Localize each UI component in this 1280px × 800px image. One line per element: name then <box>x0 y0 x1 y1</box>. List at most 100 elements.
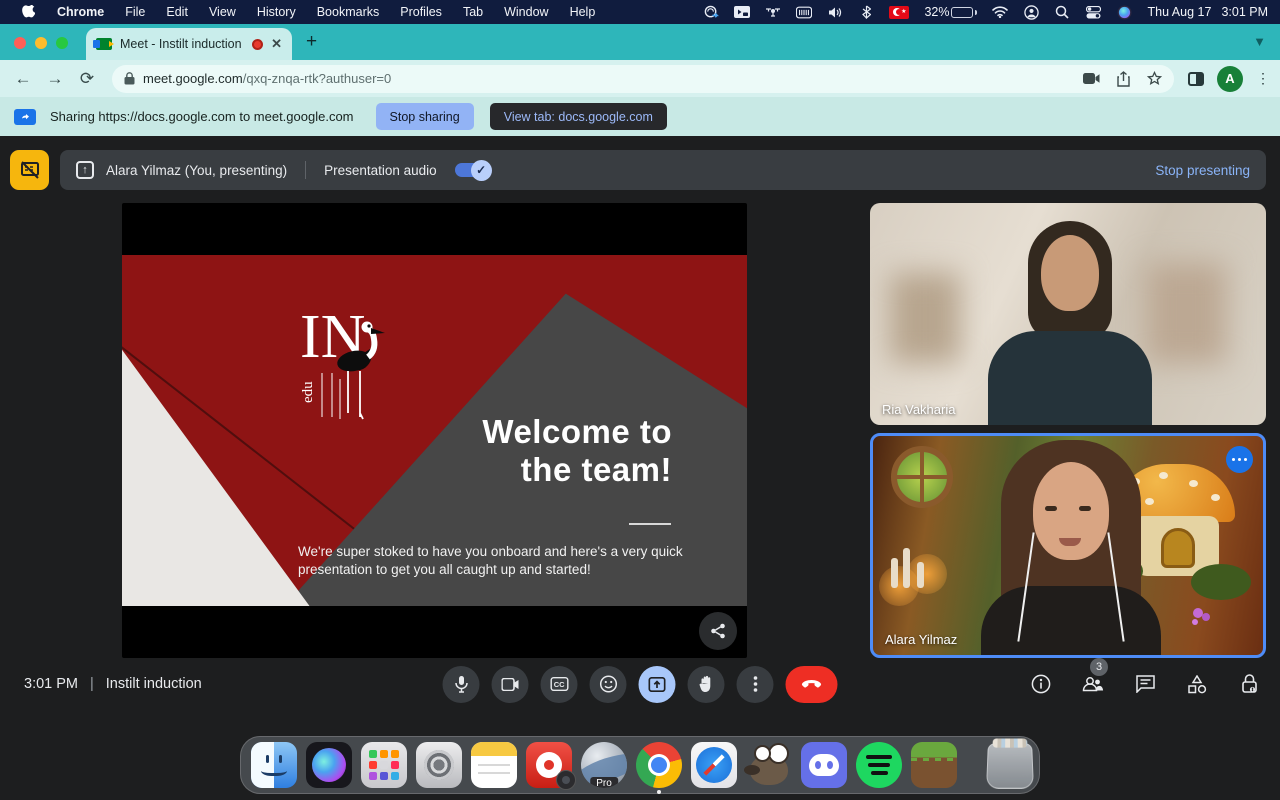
participants-count-badge: 3 <box>1090 658 1108 676</box>
menu-history[interactable]: History <box>257 5 296 19</box>
menu-view[interactable]: View <box>209 5 236 19</box>
reactions-button[interactable] <box>589 665 627 703</box>
participants-button[interactable]: 3 <box>1080 658 1108 697</box>
dock-gimp-icon[interactable] <box>744 742 792 788</box>
menu-window[interactable]: Window <box>504 5 548 19</box>
dock-finder-icon[interactable] <box>251 742 297 788</box>
dock-settings-icon[interactable] <box>416 742 462 788</box>
siri-icon[interactable] <box>1116 4 1132 20</box>
presenting-bar: ↑ Alara Yilmaz (You, presenting) Present… <box>60 150 1266 190</box>
meet-favicon-icon <box>93 38 114 50</box>
stop-presenting-button[interactable]: Stop presenting <box>1155 163 1250 178</box>
dock-google-earth-pro-icon[interactable]: Pro <box>581 742 627 788</box>
menu-profiles[interactable]: Profiles <box>400 5 442 19</box>
url-text: meet.google.com/qxq-znqa-rtk?authuser=0 <box>143 71 392 86</box>
tile-options-button[interactable] <box>1226 446 1253 473</box>
microphone-button[interactable] <box>442 665 480 703</box>
window-traffic-lights <box>14 37 68 49</box>
drone-icon[interactable] <box>765 5 781 19</box>
menu-edit[interactable]: Edit <box>166 5 188 19</box>
user-account-icon[interactable] <box>1023 4 1039 20</box>
volume-icon[interactable] <box>827 5 843 19</box>
tab-close-icon[interactable]: ✕ <box>271 36 282 52</box>
reload-button[interactable]: ⟳ <box>74 69 100 89</box>
presenting-thumbnail-badge[interactable] <box>10 150 49 190</box>
participant-name-label: Alara Yilmaz <box>885 632 958 647</box>
camera-button[interactable] <box>491 665 529 703</box>
stop-sharing-button[interactable]: Stop sharing <box>375 103 474 130</box>
dock-chrome-icon[interactable] <box>636 742 682 794</box>
menu-app-name[interactable]: Chrome <box>57 5 104 19</box>
video-tile-alara[interactable]: Alara Yilmaz <box>870 433 1266 658</box>
slide-divider <box>629 523 671 525</box>
dock-minecraft-icon[interactable] <box>911 742 957 788</box>
earth-pro-label: Pro <box>590 777 618 788</box>
raise-hand-button[interactable] <box>687 665 725 703</box>
dock-launchpad-icon[interactable] <box>361 742 407 788</box>
more-options-button[interactable] <box>736 665 774 703</box>
slide-share-button[interactable] <box>699 612 737 650</box>
menu-bookmarks[interactable]: Bookmarks <box>317 5 380 19</box>
bluetooth-icon[interactable] <box>858 5 874 19</box>
view-tab-button[interactable]: View tab: docs.google.com <box>489 103 667 130</box>
input-language-flag-tr-icon[interactable]: ★ <box>889 5 910 19</box>
presentation-audio-toggle[interactable]: ✓ <box>454 159 492 181</box>
video-tile-ria[interactable]: Ria Vakharia <box>870 203 1266 425</box>
captions-button[interactable]: CC <box>540 665 578 703</box>
wifi-icon[interactable] <box>992 5 1009 19</box>
sharing-status-text: Sharing https://docs.google.com to meet.… <box>50 109 354 124</box>
bookmark-star-icon[interactable] <box>1147 71 1162 86</box>
dock-notes-icon[interactable] <box>471 742 517 788</box>
dock-photobooth-icon[interactable] <box>526 742 576 790</box>
profile-avatar[interactable]: A <box>1217 65 1243 92</box>
forward-button[interactable]: → <box>42 69 68 89</box>
screen-mirroring-icon[interactable] <box>703 5 719 19</box>
slide-content: IN edu Welcome to the team! We're super … <box>122 255 747 606</box>
instilt-logo: IN edu <box>282 295 402 430</box>
pip-media-icon[interactable] <box>734 5 751 19</box>
tab-recording-indicator-icon <box>252 38 264 50</box>
dock-siri-icon[interactable] <box>306 742 352 788</box>
spotlight-search-icon[interactable] <box>1054 5 1070 19</box>
browser-menu-icon[interactable]: ⋮ <box>1256 70 1270 87</box>
tab-search-chevron-icon[interactable]: ▼ <box>1253 34 1266 49</box>
side-panel-icon[interactable] <box>1188 71 1204 86</box>
back-button[interactable]: ← <box>10 69 36 89</box>
keyboard-viewer-icon[interactable] <box>796 5 813 19</box>
camera-permission-icon[interactable] <box>1083 73 1100 84</box>
menu-help[interactable]: Help <box>570 5 596 19</box>
battery-indicator[interactable]: 32% <box>924 5 978 19</box>
active-tab[interactable]: Meet - Instilt induction ✕ <box>86 28 292 60</box>
dock-safari-icon[interactable] <box>691 742 737 788</box>
activities-button[interactable] <box>1184 671 1210 697</box>
menu-clock[interactable]: Thu Aug 17 3:01 PM <box>1147 5 1268 19</box>
control-center-icon[interactable] <box>1085 5 1101 19</box>
shared-presentation-slide[interactable]: IN edu Welcome to the team! We're super … <box>122 203 747 658</box>
macos-dock: Pro <box>240 736 1040 794</box>
chat-button[interactable] <box>1132 671 1158 697</box>
new-tab-button[interactable]: + <box>306 32 317 51</box>
chrome-tab-strip: Meet - Instilt induction ✕ + ▼ <box>0 24 1280 60</box>
meet-control-bar: 3:01 PM | Instilt induction CC 3 <box>0 656 1280 712</box>
dock-trash-icon[interactable] <box>986 743 1034 789</box>
zoom-window-button[interactable] <box>56 37 68 49</box>
toggle-check-icon: ✓ <box>470 159 492 181</box>
end-call-button[interactable] <box>785 665 838 703</box>
meeting-info: 3:01 PM | Instilt induction <box>24 676 202 692</box>
menu-tab[interactable]: Tab <box>463 5 483 19</box>
dock-discord-icon[interactable] <box>801 742 847 788</box>
host-controls-button[interactable] <box>1236 671 1262 697</box>
minimize-window-button[interactable] <box>35 37 47 49</box>
address-bar[interactable]: meet.google.com/qxq-znqa-rtk?authuser=0 <box>112 64 1174 93</box>
share-page-icon[interactable] <box>1117 70 1130 87</box>
tab-sharing-banner: Sharing https://docs.google.com to meet.… <box>0 97 1280 136</box>
dock-spotify-icon[interactable] <box>856 742 902 788</box>
apple-logo-icon[interactable] <box>20 4 36 19</box>
meeting-name: Instilt induction <box>105 676 202 692</box>
close-window-button[interactable] <box>14 37 26 49</box>
lock-icon[interactable] <box>124 72 135 85</box>
presentation-audio-label: Presentation audio <box>324 162 437 178</box>
menu-file[interactable]: File <box>125 5 145 19</box>
meeting-details-button[interactable] <box>1028 671 1054 697</box>
present-now-button[interactable] <box>638 665 676 703</box>
